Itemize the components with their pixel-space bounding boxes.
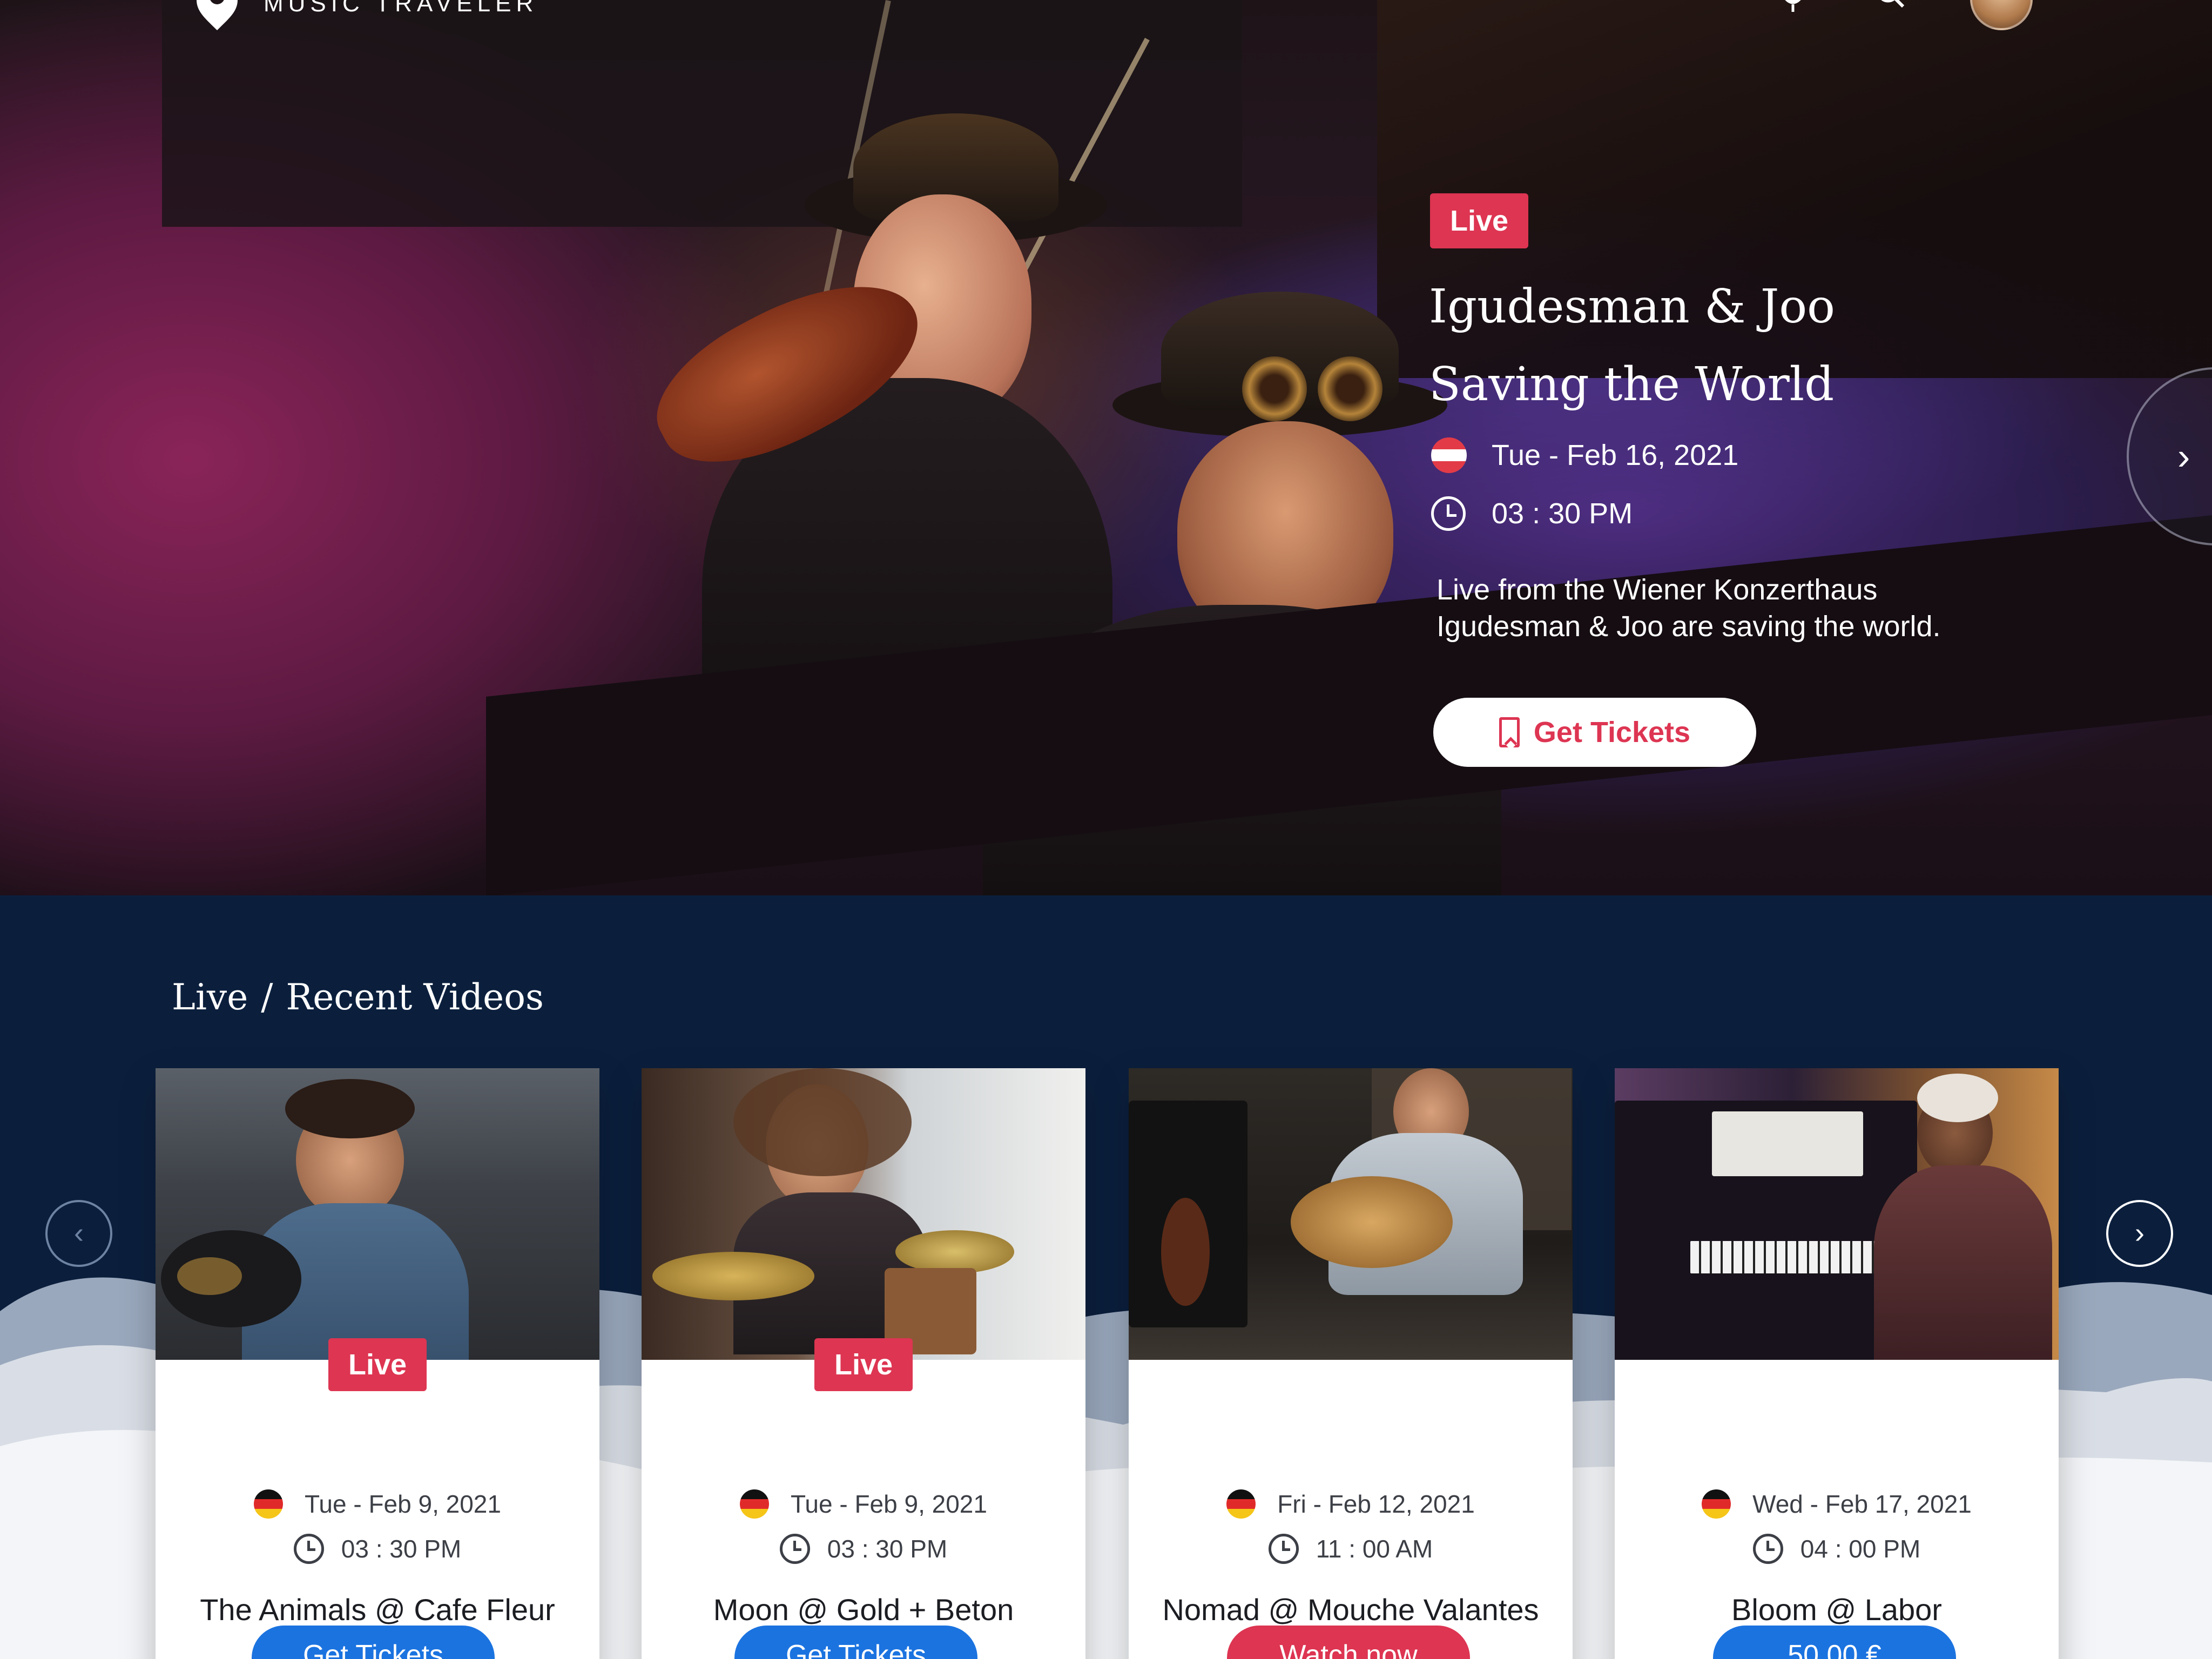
hero-date: Tue - Feb 16, 2021 xyxy=(1492,439,1739,471)
hero-title-line1: Igudesman & Joo xyxy=(1429,280,1835,334)
card-time: 11 : 00 AM xyxy=(1316,1535,1433,1563)
clock-icon xyxy=(293,1534,324,1564)
hero-description-line1: Live from the Wiener Konzerthaus xyxy=(1437,574,1878,606)
card-date: Fri - Feb 12, 2021 xyxy=(1277,1490,1475,1518)
card-photo[interactable] xyxy=(1129,1068,1573,1360)
video-card[interactable]: Bloom @ Labor xyxy=(1615,1068,2059,1659)
card-title[interactable]: Nomad @ Mouche Valantes xyxy=(1129,1592,1573,1627)
carousel-next-button[interactable]: › xyxy=(2106,1200,2173,1267)
card-photo[interactable] xyxy=(1615,1068,2059,1360)
chevron-left-icon: ‹ xyxy=(74,1217,84,1249)
price-button[interactable]: 50,00 € xyxy=(1713,1626,1956,1659)
card-title[interactable]: Moon @ Gold + Beton xyxy=(642,1592,1085,1627)
brand-name[interactable]: MUSIC TRAVELER xyxy=(264,0,538,17)
card-date-row: Fri - Feb 12, 2021 xyxy=(1129,1489,1573,1519)
clock-icon xyxy=(1431,496,1466,531)
germany-flag-icon xyxy=(1702,1489,1731,1519)
card-photo[interactable] xyxy=(642,1068,1085,1360)
hero-goggles xyxy=(1242,356,1382,421)
card-time: 03 : 30 PM xyxy=(341,1535,462,1563)
tab-live[interactable]: Live xyxy=(172,976,248,1018)
microphone-icon[interactable] xyxy=(1777,0,1809,21)
card-time: 04 : 00 PM xyxy=(1800,1535,1921,1563)
video-card[interactable]: Live Moon @ Gold + Beton xyxy=(642,1068,1085,1659)
carousel-prev-button[interactable]: ‹ xyxy=(45,1200,112,1267)
logo-pin-icon[interactable] xyxy=(190,0,244,30)
card-time-row: 03 : 30 PM xyxy=(642,1534,1085,1564)
austria-flag-icon xyxy=(1431,437,1467,473)
get-tickets-label: Get Tickets xyxy=(1533,716,1691,748)
hero-description-line2: Igudesman & Joo are saving the world. xyxy=(1437,610,1941,643)
card-date: Tue - Feb 9, 2021 xyxy=(305,1490,501,1518)
watch-now-button[interactable]: Watch now xyxy=(1227,1626,1470,1659)
card-photo[interactable] xyxy=(156,1068,599,1360)
card-date-row: Tue - Feb 9, 2021 xyxy=(642,1489,1085,1519)
card-time: 03 : 30 PM xyxy=(827,1535,948,1563)
title-separator: / xyxy=(261,976,273,1018)
card-time-row: 03 : 30 PM xyxy=(156,1534,599,1564)
card-title[interactable]: Bloom @ Labor xyxy=(1615,1592,2059,1627)
clock-icon xyxy=(1268,1534,1299,1564)
germany-flag-icon xyxy=(254,1489,284,1519)
tab-recent-videos[interactable]: Recent Videos xyxy=(286,976,544,1018)
hero-time: 03 : 30 PM xyxy=(1492,497,1633,530)
get-tickets-button[interactable]: Get Tickets xyxy=(1433,698,1756,767)
card-live-badge: Live xyxy=(328,1338,427,1391)
card-date: Wed - Feb 17, 2021 xyxy=(1752,1490,1972,1518)
hero-time-row: 03 : 30 PM xyxy=(1431,495,1633,532)
chevron-right-icon: › xyxy=(2177,435,2190,477)
germany-flag-icon xyxy=(740,1489,770,1519)
chevron-right-icon: › xyxy=(2135,1217,2144,1249)
hero-date-row: Tue - Feb 16, 2021 xyxy=(1431,436,1738,474)
card-time-row: 11 : 00 AM xyxy=(1129,1534,1573,1564)
germany-flag-icon xyxy=(1226,1489,1256,1519)
video-card[interactable]: Nomad @ Mouche Valantes xyxy=(1129,1068,1573,1659)
recent-videos-section: Live / Recent Videos ‹ › Live The Animals … xyxy=(0,895,2212,1659)
card-title[interactable]: The Animals @ Cafe Fleur xyxy=(156,1592,599,1627)
card-time-row: 04 : 00 PM xyxy=(1615,1534,2059,1564)
hero-next-button[interactable]: › xyxy=(2127,367,2212,545)
section-title: Live / Recent Videos xyxy=(172,976,544,1018)
hero-title-line2: Saving the World xyxy=(1429,358,1835,412)
clock-icon xyxy=(1752,1534,1783,1564)
get-tickets-button[interactable]: Get Tickets xyxy=(734,1626,977,1659)
clock-icon xyxy=(779,1534,810,1564)
card-date-row: Wed - Feb 17, 2021 xyxy=(1615,1489,2059,1519)
search-icon[interactable] xyxy=(1874,0,1906,21)
hero-live-badge: Live xyxy=(1430,193,1528,248)
hero-description: Live from the Wiener Konzerthaus Igudesm… xyxy=(1437,571,2031,645)
card-live-badge: Live xyxy=(814,1338,913,1391)
hero-title: Igudesman & Joo Saving the World xyxy=(1429,268,2077,423)
video-card[interactable]: Live The Animals @ Cafe Fleur xyxy=(156,1068,599,1659)
page: MUSIC TRAVELER Live Igudesman & Joo Savi… xyxy=(0,0,2212,1659)
card-date: Tue - Feb 9, 2021 xyxy=(791,1490,987,1518)
ticket-icon xyxy=(1499,717,1520,747)
card-date-row: Tue - Feb 9, 2021 xyxy=(156,1489,599,1519)
get-tickets-button[interactable]: Get Tickets xyxy=(252,1626,495,1659)
hero-banner: MUSIC TRAVELER Live Igudesman & Joo Savi… xyxy=(0,0,2212,895)
